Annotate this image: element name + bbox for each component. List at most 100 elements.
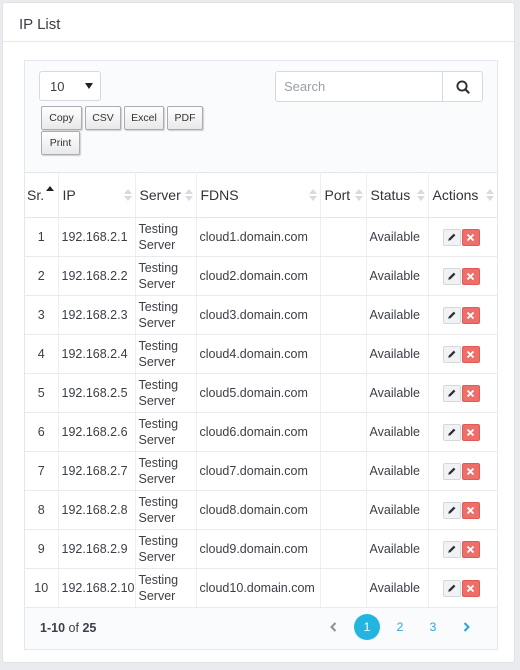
info-range: 1-10 [40,621,66,635]
pencil-icon [447,467,455,475]
delete-button[interactable] [461,267,480,285]
column-header-label: Sr. [27,187,45,203]
cell-actions [428,568,497,608]
cell-port [320,412,367,452]
edit-button[interactable] [442,306,461,324]
cell-sr: 6 [25,412,59,452]
close-icon [466,584,475,592]
cell-status: Available [366,217,429,257]
page-2-button[interactable]: 2 [387,614,413,640]
cell-status: Available [366,334,429,374]
sort-icon [486,189,494,203]
column-header-sr[interactable]: Sr. [25,172,59,218]
info-total: 25 [82,621,97,635]
page-3-button[interactable]: 3 [420,614,446,640]
column-header-label: IP [62,187,76,203]
edit-button[interactable] [442,462,461,480]
column-header-ip[interactable]: IP [58,172,136,218]
datatable: 10 Copy CSV Excel PDF Print Search Sr. I… [24,60,498,650]
column-header-label: Status [370,187,411,203]
excel-button[interactable]: Excel [124,106,164,130]
search-input[interactable] [275,71,443,102]
delete-button[interactable] [461,540,480,558]
edit-button[interactable] [442,579,461,597]
close-icon [466,272,475,280]
cell-actions [428,256,497,296]
sort-icon [354,189,363,203]
cell-fdns: cloud4.domain.com [196,334,321,374]
column-header-status[interactable]: Status [366,172,429,218]
cell-sr: 9 [25,529,59,569]
sort-icon [416,189,425,203]
print-button[interactable]: Print [41,131,80,155]
delete-button[interactable] [461,384,480,402]
table-row: 4 192.168.2.4 Testing Server cloud4.domain.… [25,334,497,374]
pencil-icon [447,428,455,436]
caret-down-icon [85,83,93,89]
edit-button[interactable] [442,345,461,363]
edit-button[interactable] [442,384,461,402]
cell-port [320,568,367,608]
table-row: 9 192.168.2.9 Testing Server cloud9.domain.… [25,529,497,569]
close-icon [466,545,475,553]
column-header-port[interactable]: Port [320,172,367,218]
close-icon [466,350,475,358]
sort-icon [184,189,193,203]
edit-button[interactable] [442,501,461,519]
cell-actions [428,295,497,335]
cell-ip: 192.168.2.2 [58,256,136,296]
table-info: 1-10 of 25 [40,621,96,635]
previous-page-button[interactable] [321,614,347,640]
next-page-button[interactable] [453,614,479,640]
sort-ascending-icon [45,186,54,200]
cell-server: Testing Server [135,568,197,608]
csv-button[interactable]: CSV [85,106,121,130]
cell-server: Testing Server [135,490,197,530]
cell-port [320,529,367,569]
cell-status: Available [366,451,429,491]
cell-ip: 192.168.2.10 [58,568,136,608]
delete-button[interactable] [461,423,480,441]
edit-button[interactable] [442,423,461,441]
edit-button[interactable] [442,267,461,285]
delete-button[interactable] [461,228,480,246]
row-actions [432,228,498,246]
cell-status: Available [366,256,429,296]
delete-button[interactable] [461,579,480,597]
table-row: 3 192.168.2.3 Testing Server cloud3.domain.… [25,295,497,335]
cell-fdns: cloud2.domain.com [196,256,321,296]
cell-actions [428,529,497,569]
page-length-value: 10 [50,79,65,94]
page-1-button[interactable]: 1 [354,614,380,640]
page-length-select[interactable]: 10 [39,71,101,101]
delete-button[interactable] [461,462,480,480]
column-header-server[interactable]: Server [135,172,197,218]
edit-button[interactable] [442,228,461,246]
cell-server: Testing Server [135,373,197,413]
cell-ip: 192.168.2.6 [58,412,136,452]
column-header-label: Port [324,187,351,203]
close-icon [466,506,475,514]
cell-server: Testing Server [135,451,197,491]
copy-button[interactable]: Copy [41,106,82,130]
cell-ip: 192.168.2.3 [58,295,136,335]
table-row: 6 192.168.2.6 Testing Server cloud6.domain.… [25,412,497,452]
panel-title: IP List [3,3,514,42]
pencil-icon [447,545,455,553]
edit-button[interactable] [442,540,461,558]
cell-server: Testing Server [135,217,197,257]
pdf-button[interactable]: PDF [167,106,203,130]
search-button[interactable] [442,71,483,102]
cell-port [320,373,367,413]
column-header-actions[interactable]: Actions [428,172,497,218]
delete-button[interactable] [461,501,480,519]
cell-status: Available [366,412,429,452]
table-body: 1 192.168.2.1 Testing Server cloud1.domain.… [25,217,498,608]
cell-status: Available [366,295,429,335]
cell-ip: 192.168.2.5 [58,373,136,413]
column-header-fdns[interactable]: FDNS [196,172,321,218]
delete-button[interactable] [461,306,480,324]
close-icon [466,311,475,319]
delete-button[interactable] [461,345,480,363]
pencil-icon [447,272,455,280]
